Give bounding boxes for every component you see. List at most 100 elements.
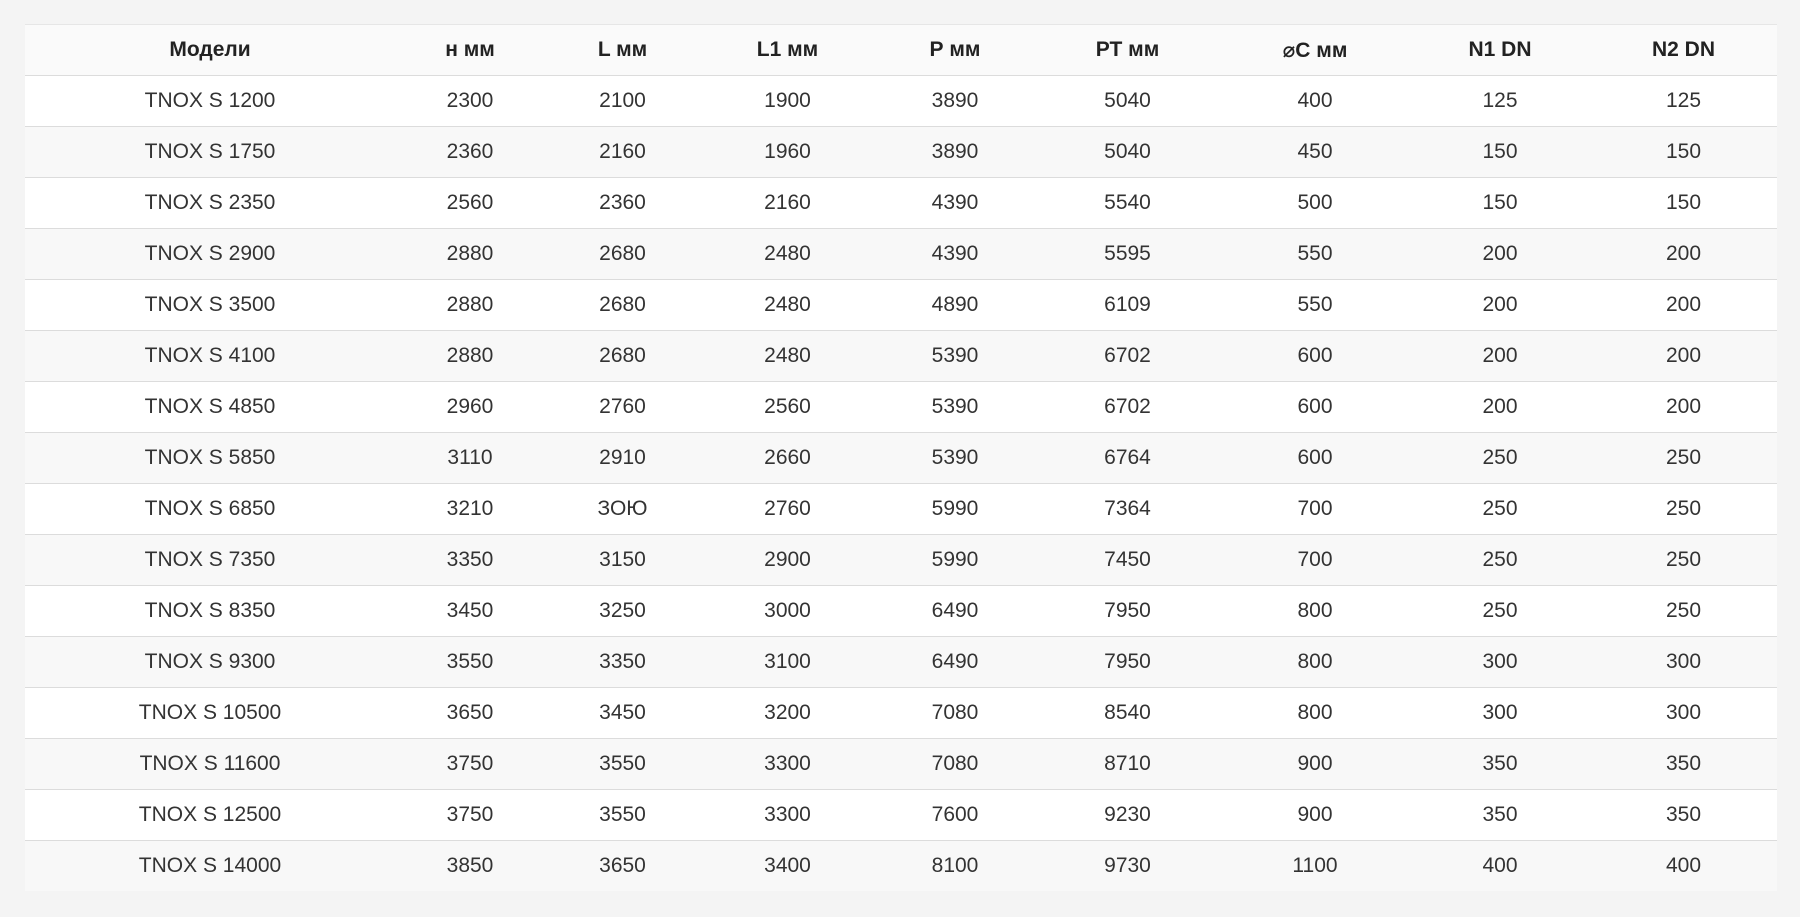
cell-l: 2100: [545, 75, 700, 127]
table-row: TNOX S 3500 2880 2680 2480 4890 6109 550 200 200: [25, 279, 1777, 331]
cell-diameter-c: 700: [1220, 483, 1410, 535]
cell-n2-dn: 200: [1590, 330, 1777, 382]
cell-model: TNOX S 9300: [25, 636, 395, 688]
cell-pt: 7450: [1035, 534, 1220, 586]
cell-pt: 6109: [1035, 279, 1220, 331]
cell-l: 2680: [545, 228, 700, 280]
header-cell-n1-dn: N1 DN: [1410, 24, 1590, 76]
cell-l1: 2560: [700, 381, 875, 433]
cell-n1-dn: 200: [1410, 381, 1590, 433]
cell-model: TNOX S 5850: [25, 432, 395, 484]
table-row: TNOX S 11600 3750 3550 3300 7080 8710 900 350 35…: [25, 738, 1777, 790]
table-row: TNOX S 10500 3650 3450 3200 7080 8540 800 300 30…: [25, 687, 1777, 739]
cell-n1-dn: 200: [1410, 279, 1590, 331]
cell-p: 6490: [875, 636, 1035, 688]
cell-pt: 9230: [1035, 789, 1220, 841]
cell-diameter-c: 800: [1220, 585, 1410, 637]
cell-diameter-c: 450: [1220, 126, 1410, 178]
cell-diameter-c: 900: [1220, 789, 1410, 841]
cell-diameter-c: 900: [1220, 738, 1410, 790]
cell-h: 3450: [395, 585, 545, 637]
cell-diameter-c: 1100: [1220, 840, 1410, 891]
cell-pt: 5040: [1035, 126, 1220, 178]
cell-diameter-c: 800: [1220, 636, 1410, 688]
cell-p: 7600: [875, 789, 1035, 841]
cell-h: 3550: [395, 636, 545, 688]
cell-l1: 2900: [700, 534, 875, 586]
header-cell-model: Модели: [25, 24, 395, 76]
cell-diameter-c: 600: [1220, 381, 1410, 433]
header-cell-diameter-c: ⌀С мм: [1220, 24, 1410, 76]
cell-n1-dn: 300: [1410, 687, 1590, 739]
cell-h: 2300: [395, 75, 545, 127]
cell-model: TNOX S 12500: [25, 789, 395, 841]
cell-pt: 5040: [1035, 75, 1220, 127]
cell-n2-dn: 350: [1590, 738, 1777, 790]
cell-diameter-c: 800: [1220, 687, 1410, 739]
cell-l: 3250: [545, 585, 700, 637]
cell-n1-dn: 150: [1410, 126, 1590, 178]
cell-n2-dn: 200: [1590, 228, 1777, 280]
header-cell-l: L мм: [545, 24, 700, 76]
cell-model: TNOX S 6850: [25, 483, 395, 535]
cell-pt: 8540: [1035, 687, 1220, 739]
cell-pt: 5540: [1035, 177, 1220, 229]
cell-pt: 7950: [1035, 636, 1220, 688]
cell-n2-dn: 150: [1590, 126, 1777, 178]
cell-n2-dn: 250: [1590, 534, 1777, 586]
cell-p: 3890: [875, 75, 1035, 127]
cell-model: TNOX S 10500: [25, 687, 395, 739]
cell-n1-dn: 250: [1410, 483, 1590, 535]
cell-h: 3110: [395, 432, 545, 484]
cell-h: 3350: [395, 534, 545, 586]
cell-l: 2160: [545, 126, 700, 178]
cell-l1: 3300: [700, 738, 875, 790]
cell-l1: 2480: [700, 279, 875, 331]
cell-model: TNOX S 8350: [25, 585, 395, 637]
cell-h: 3750: [395, 738, 545, 790]
cell-l: 3650: [545, 840, 700, 891]
cell-diameter-c: 550: [1220, 228, 1410, 280]
cell-diameter-c: 600: [1220, 432, 1410, 484]
cell-l: ЗОЮ: [545, 483, 700, 535]
cell-h: 3750: [395, 789, 545, 841]
cell-l: 3450: [545, 687, 700, 739]
cell-h: 3650: [395, 687, 545, 739]
cell-n2-dn: 400: [1590, 840, 1777, 891]
table-body: TNOX S 1200 2300 2100 1900 3890 5040 400 125 125…: [25, 75, 1777, 891]
cell-l: 3150: [545, 534, 700, 586]
spec-table-container: Модели н мм L мм L1 мм Р мм РТ мм ⌀С мм …: [25, 24, 1777, 891]
cell-h: 2880: [395, 330, 545, 382]
cell-l1: 3300: [700, 789, 875, 841]
cell-l: 3350: [545, 636, 700, 688]
cell-p: 6490: [875, 585, 1035, 637]
cell-p: 4890: [875, 279, 1035, 331]
table-row: TNOX S 6850 3210 ЗОЮ 2760 5990 7364 700 250 250: [25, 483, 1777, 535]
cell-pt: 5595: [1035, 228, 1220, 280]
cell-h: 2960: [395, 381, 545, 433]
table-row: TNOX S 1750 2360 2160 1960 3890 5040 450 150 150: [25, 126, 1777, 178]
cell-n2-dn: 150: [1590, 177, 1777, 229]
spec-table: Модели н мм L мм L1 мм Р мм РТ мм ⌀С мм …: [25, 24, 1777, 891]
cell-pt: 6702: [1035, 381, 1220, 433]
cell-l1: 1900: [700, 75, 875, 127]
cell-model: TNOX S 3500: [25, 279, 395, 331]
cell-pt: 7950: [1035, 585, 1220, 637]
cell-model: TNOX S 2350: [25, 177, 395, 229]
cell-model: TNOX S 1200: [25, 75, 395, 127]
cell-model: TNOX S 2900: [25, 228, 395, 280]
cell-model: TNOX S 4850: [25, 381, 395, 433]
cell-model: TNOX S 1750: [25, 126, 395, 178]
cell-p: 5990: [875, 483, 1035, 535]
cell-l1: 3000: [700, 585, 875, 637]
header-cell-h: н мм: [395, 24, 545, 76]
cell-diameter-c: 400: [1220, 75, 1410, 127]
cell-n2-dn: 125: [1590, 75, 1777, 127]
table-row: TNOX S 4100 2880 2680 2480 5390 6702 600 200 200: [25, 330, 1777, 382]
header-cell-n2-dn: N2 DN: [1590, 24, 1777, 76]
cell-l: 2910: [545, 432, 700, 484]
cell-n1-dn: 350: [1410, 738, 1590, 790]
cell-n1-dn: 200: [1410, 228, 1590, 280]
cell-p: 3890: [875, 126, 1035, 178]
cell-pt: 6702: [1035, 330, 1220, 382]
